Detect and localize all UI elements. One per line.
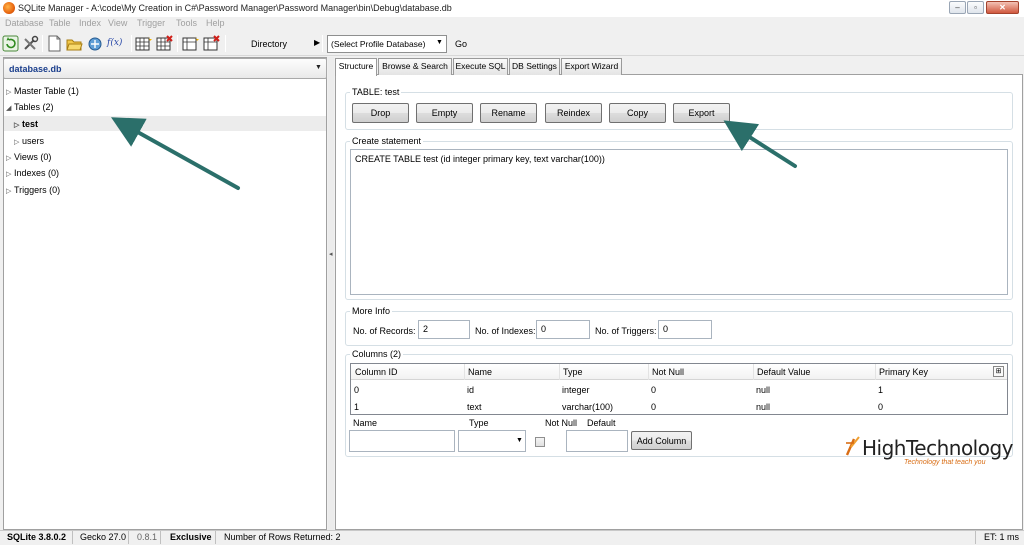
add-column-button[interactable]: Add Column <box>631 431 692 450</box>
firefox-app-icon <box>3 2 15 14</box>
table-row[interactable]: 1 text varchar(100) 0 null 0 <box>351 398 1007 415</box>
chevron-down-icon[interactable]: ▼ <box>315 64 322 71</box>
triggers-label: No. of Triggers: <box>595 326 657 336</box>
records-label: No. of Records: <box>353 326 416 336</box>
column-header-name[interactable]: Name <box>468 367 492 377</box>
records-field[interactable]: 2 <box>418 320 470 339</box>
columns-group-label: Columns (2) <box>350 349 404 359</box>
menu-tools[interactable]: Tools <box>176 18 197 28</box>
expand-icon[interactable]: ▷ <box>14 138 22 146</box>
splitter-grip-icon[interactable]: ◂ <box>329 250 333 258</box>
expand-icon[interactable]: ▷ <box>6 154 14 162</box>
status-lock-mode: Exclusive <box>170 532 212 542</box>
menu-bar: Database Table Index View Trigger Tools … <box>0 17 1024 31</box>
hightechnology-logo-icon <box>845 435 861 457</box>
maximize-button[interactable]: ▫ <box>967 1 984 14</box>
drop-index-icon[interactable] <box>203 35 220 52</box>
rename-button[interactable]: Rename <box>480 103 537 123</box>
open-database-icon[interactable] <box>66 35 83 52</box>
toolbar: f(x) Directory ▶ <box>0 31 1024 56</box>
menu-table[interactable]: Table <box>49 18 71 28</box>
tree-item-triggers[interactable]: ▷ Triggers (0) <box>6 185 60 195</box>
window-title: SQLite Manager - A:\code\My Creation in … <box>18 3 452 13</box>
column-header-type[interactable]: Type <box>563 367 583 377</box>
new-column-name-input[interactable] <box>349 430 455 452</box>
more-info-label: More Info <box>350 306 393 316</box>
create-statement-textarea[interactable] <box>350 149 1008 295</box>
table-group-label: TABLE: test <box>350 87 402 97</box>
new-database-icon[interactable] <box>46 35 63 52</box>
tab-db-settings[interactable]: DB Settings <box>509 58 560 75</box>
tab-execute-sql[interactable]: Execute SQL <box>453 58 508 75</box>
export-button[interactable]: Export <box>673 103 730 123</box>
triggers-field[interactable]: 0 <box>658 320 712 339</box>
chevron-down-icon[interactable]: ▼ <box>436 39 443 46</box>
tree-item-indexes[interactable]: ▷ Indexes (0) <box>6 168 59 178</box>
menu-help[interactable]: Help <box>206 18 225 28</box>
chevron-down-icon[interactable]: ▼ <box>516 437 523 444</box>
refresh-icon[interactable] <box>2 35 19 52</box>
function-icon[interactable]: f(x) <box>107 35 129 52</box>
new-column-default-label: Default <box>587 418 616 428</box>
drop-button[interactable]: Drop <box>352 103 409 123</box>
directory-arrow-icon[interactable]: ▶ <box>314 38 320 47</box>
column-header-primary-key[interactable]: Primary Key <box>879 367 928 377</box>
collapse-icon[interactable]: ◢ <box>6 104 14 112</box>
menu-trigger[interactable]: Trigger <box>137 18 165 28</box>
hightechnology-tagline: Technology that teach you <box>904 459 986 466</box>
new-column-notnull-label: Not Null <box>545 418 578 428</box>
drop-table-icon[interactable] <box>156 35 173 52</box>
column-header-default[interactable]: Default Value <box>757 367 810 377</box>
reindex-button[interactable]: Reindex <box>545 103 602 123</box>
status-rows-returned: Number of Rows Returned: 2 <box>224 532 341 542</box>
tools-icon[interactable] <box>22 35 39 52</box>
column-header-notnull[interactable]: Not Null <box>652 367 684 377</box>
status-gecko-version: Gecko 27.0 <box>80 532 127 542</box>
status-sqlite-version: SQLite 3.8.0.2 <box>7 532 67 542</box>
tab-browse-search[interactable]: Browse & Search <box>378 58 452 75</box>
hightechnology-logo: HighTechnology <box>862 436 1014 460</box>
tree-item-users[interactable]: ▷ users <box>14 136 44 146</box>
new-column-default-input[interactable] <box>566 430 628 452</box>
column-picker-icon[interactable]: ⊞ <box>993 366 1004 377</box>
column-header-id[interactable]: Column ID <box>355 367 398 377</box>
tab-export-wizard[interactable]: Export Wizard <box>561 58 622 75</box>
empty-button[interactable]: Empty <box>416 103 473 123</box>
menu-index[interactable]: Index <box>79 18 101 28</box>
tab-structure[interactable]: Structure <box>335 58 377 76</box>
tree-item-test[interactable]: ▷ test <box>14 119 38 129</box>
copy-button[interactable]: Copy <box>609 103 666 123</box>
menu-database[interactable]: Database <box>5 18 44 28</box>
status-extension-version: 0.8.1 <box>137 532 158 542</box>
tree-item-tables[interactable]: ◢ Tables (2) <box>6 102 54 112</box>
connect-database-icon[interactable] <box>87 35 104 52</box>
status-elapsed-time: ET: 1 ms <box>984 532 1020 542</box>
expand-icon[interactable]: ▷ <box>6 170 14 178</box>
indexes-field[interactable]: 0 <box>536 320 590 339</box>
expand-icon[interactable]: ▷ <box>6 88 14 96</box>
directory-label[interactable]: Directory <box>251 39 287 49</box>
not-null-checkbox[interactable] <box>535 437 545 447</box>
tree-item-views[interactable]: ▷ Views (0) <box>6 152 51 162</box>
profile-database-select[interactable]: (Select Profile Database) <box>327 35 447 53</box>
minimize-button[interactable]: – <box>949 1 966 14</box>
go-button[interactable]: Go <box>450 35 472 53</box>
database-select-value: database.db <box>9 64 62 74</box>
new-column-name-label: Name <box>353 418 378 428</box>
tree-selection-highlight <box>4 116 326 131</box>
table-row[interactable]: 0 id integer 0 null 1 <box>351 381 1007 398</box>
panel-splitter[interactable] <box>328 57 334 530</box>
menu-view[interactable]: View <box>108 18 127 28</box>
indexes-label: No. of Indexes: <box>475 326 536 336</box>
close-button[interactable]: ✕ <box>986 1 1019 14</box>
tree-item-master-table[interactable]: ▷ Master Table (1) <box>6 86 79 96</box>
create-index-icon[interactable] <box>182 35 199 52</box>
expand-icon[interactable]: ▷ <box>6 187 14 195</box>
create-table-icon[interactable] <box>135 35 152 52</box>
create-statement-text: CREATE TABLE test (id integer primary ke… <box>355 154 605 164</box>
expand-icon[interactable]: ▷ <box>14 121 22 129</box>
create-group-label: Create statement <box>350 136 424 146</box>
new-column-type-label: Type <box>469 418 489 428</box>
